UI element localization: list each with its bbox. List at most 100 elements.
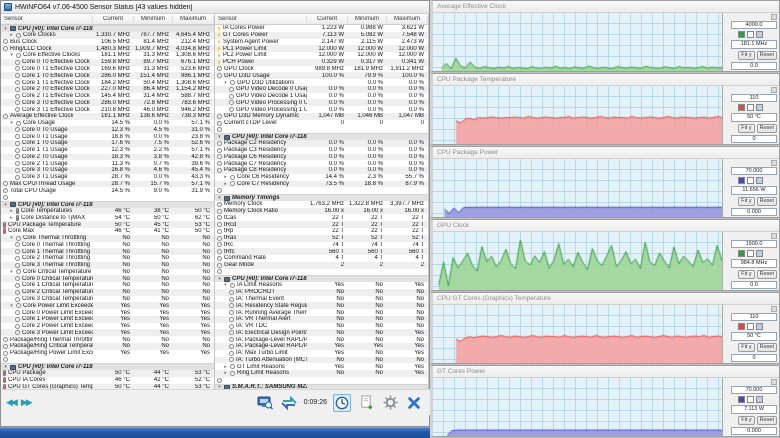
sensor-section-row[interactable]: ▾CPU [#0]: Intel Core i7-1185G7: C-State… bbox=[215, 133, 428, 140]
scale-max-input[interactable]: 110 bbox=[731, 94, 777, 102]
scale-max-input[interactable]: 110 bbox=[731, 313, 777, 321]
sensor-row[interactable]: Ring/LLC Clock1,480.3 MHz1,009.7 MHz4,03… bbox=[1, 45, 214, 52]
sensor-section-row[interactable]: ▾CPU [#0]: Intel Core i7-1185G7: DTS bbox=[1, 201, 214, 208]
collapse-arrow-icon[interactable]: ▾ bbox=[9, 235, 14, 241]
expand-arrow-icon[interactable]: ▸ bbox=[9, 32, 14, 38]
sensor-row[interactable]: CPU IA Cores46 °C42 °C52 °C bbox=[1, 377, 214, 384]
sensor-row[interactable]: GPU Video Decode 0 Usage0.0 %0.0 %0.0 % bbox=[215, 86, 428, 93]
sensor-row[interactable]: Core 0 Thermal ThrottlingNoNoNo bbox=[1, 242, 214, 249]
scale-min-input[interactable]: 0.000 bbox=[731, 427, 777, 435]
sensor-row[interactable]: tRp22 T22 T22 T bbox=[215, 228, 428, 235]
sensor-row[interactable]: Max CPU/Thread Usage28.7 %15.7 %57.1 % bbox=[1, 181, 214, 188]
reset-button[interactable]: Reset bbox=[757, 124, 777, 133]
sensor-row[interactable]: GT Cores Power7.113 W5.082 W7.548 W bbox=[215, 32, 428, 39]
sensor-row[interactable]: IA: Running Average Thermal LimitNoNoNo bbox=[215, 309, 428, 316]
expand-arrow-icon[interactable]: ▸ bbox=[223, 370, 228, 376]
sensor-row[interactable]: Core 1 Thermal ThrottlingNoNoNo bbox=[1, 248, 214, 255]
fit-y-button[interactable]: Fit y bbox=[738, 416, 754, 425]
sensor-row[interactable]: ▾Core Usage14.5 %0.0 %57.1 % bbox=[1, 120, 214, 127]
sensor-row[interactable]: GPU Video Processing 1 Usage0.0 %0.0 %0.… bbox=[215, 106, 428, 113]
sensor-row[interactable]: GPU Video Processing 0 Usage0.0 %0.0 %0.… bbox=[215, 99, 428, 106]
sensor-row[interactable]: Core 0 T1 Usage18.8 %0.0 %23.8 % bbox=[1, 133, 214, 140]
sensor-row[interactable]: Core 1 Critical TemperatureNoNoNo bbox=[1, 282, 214, 289]
sensor-row[interactable]: PCH Power0.329 W0.317 W0.341 W bbox=[215, 59, 428, 66]
sensor-row[interactable]: Core 3 T0 Effective Clock286.0 MHz72.8 M… bbox=[1, 99, 214, 106]
sensor-row[interactable]: ▸GT Limit ReasonsYesNoYes bbox=[215, 363, 428, 370]
sensor-row[interactable]: Package C8 Residency0.0 %0.0 %0.0 % bbox=[215, 167, 428, 174]
background-color-swatch[interactable] bbox=[747, 323, 754, 330]
sensor-row[interactable]: GPU D3D Memory Dynamic1,047 MB1,046 MB1,… bbox=[215, 113, 428, 120]
sensor-row[interactable]: Gear Mode222 bbox=[215, 262, 428, 269]
collapse-arrow-icon[interactable]: ▾ bbox=[217, 195, 222, 201]
expand-arrow-icon[interactable]: ▸ bbox=[9, 215, 14, 221]
grid-color-swatch[interactable] bbox=[756, 323, 763, 330]
sensor-row[interactable]: GPU D3D Usage100.0 %79.9 %100.0 % bbox=[215, 72, 428, 79]
sensor-row[interactable]: IA: VR Thermal AlertNoNoNo bbox=[215, 316, 428, 323]
sensor-row[interactable]: CPU Package Temperature50 °C45 °C53 °C bbox=[1, 221, 214, 228]
col-minimum[interactable]: Minimum bbox=[134, 16, 173, 22]
sensor-row[interactable]: Package/Ring Power Limit ExceededYesYesY… bbox=[1, 350, 214, 357]
background-color-swatch[interactable] bbox=[747, 177, 754, 184]
sensor-section-row[interactable]: ▾CPU [#0]: Intel Core i7-1185G7: Perform… bbox=[215, 275, 428, 282]
sensor-row[interactable]: Package C7 Residency0.0 %0.0 %0.0 % bbox=[215, 160, 428, 167]
sensor-row[interactable]: ▸Core C7 Residency73.5 %18.8 %87.9 % bbox=[215, 181, 428, 188]
sensor-row[interactable]: System Agent Power2.147 W2.115 W2.473 W bbox=[215, 39, 428, 46]
nav-left-arrows-icon[interactable]: ◀◀ bbox=[6, 398, 16, 407]
monitor-search-icon[interactable] bbox=[256, 394, 274, 412]
sensor-row[interactable]: Average Effective Clock181.1 MHz138.6 MH… bbox=[1, 113, 214, 120]
sensor-row[interactable]: PL1 Power Limit12.000 W12.000 W12.000 W bbox=[215, 45, 428, 52]
collapse-arrow-icon[interactable]: ▾ bbox=[9, 269, 14, 275]
collapse-arrow-icon[interactable]: ▾ bbox=[3, 202, 8, 208]
col-maximum[interactable]: Maximum bbox=[387, 16, 428, 22]
scale-min-input[interactable]: 0.0 bbox=[731, 62, 777, 70]
col-minimum[interactable]: Minimum bbox=[348, 16, 387, 22]
expand-arrow-icon[interactable]: ▸ bbox=[9, 208, 14, 214]
fit-y-button[interactable]: Fit y bbox=[738, 270, 754, 279]
sensor-row[interactable]: Memory Clock Ratio16.00 x16.00 x16.00 x bbox=[215, 208, 428, 215]
grid-color-swatch[interactable] bbox=[756, 104, 763, 111]
sensor-section-row[interactable]: ▾CPU [#0]: Intel Core i7-1185G7: Enha... bbox=[1, 363, 214, 370]
report-add-icon[interactable] bbox=[357, 394, 375, 412]
sensor-row[interactable]: Core 3 Thermal ThrottlingNoNoNo bbox=[1, 262, 214, 269]
reset-button[interactable]: Reset bbox=[757, 416, 777, 425]
scale-max-input[interactable]: 70.000 bbox=[731, 167, 777, 175]
collapse-arrow-icon[interactable]: ▾ bbox=[223, 282, 228, 288]
col-maximum[interactable]: Maximum bbox=[173, 16, 214, 22]
sensor-row[interactable]: ▸Core C6 Residency14.4 %2.3 %55.7 % bbox=[215, 174, 428, 181]
grid-color-swatch[interactable] bbox=[756, 396, 763, 403]
sensor-row[interactable]: ▾Core Effective Clocks181.1 MHz31.3 MHz1… bbox=[1, 52, 214, 59]
series-color-swatch[interactable] bbox=[738, 177, 745, 184]
sensor-row[interactable]: Core 1 T1 Usage12.3 %2.2 %57.1 % bbox=[1, 147, 214, 154]
collapse-arrow-icon[interactable]: ▾ bbox=[3, 364, 8, 370]
close-icon[interactable] bbox=[405, 394, 423, 412]
expand-arrow-icon[interactable]: ▸ bbox=[223, 364, 228, 370]
sensor-row[interactable]: IA: Electrical Design Point/Other (ICC..… bbox=[215, 329, 428, 336]
sensor-row[interactable]: Package C6 Residency0.0 %0.0 %0.0 % bbox=[215, 154, 428, 161]
sensor-row[interactable]: Current cTDP Level000 bbox=[215, 120, 428, 127]
series-color-swatch[interactable] bbox=[738, 250, 745, 257]
sensor-section-row[interactable]: ▾CPU [#0]: Intel Core i7-1185G7 bbox=[1, 25, 214, 32]
sensor-row[interactable]: tRfc560 T560 T560 T bbox=[215, 248, 428, 255]
sensor-row[interactable]: Core 2 T1 Effective Clock145.4 MHz31.4 M… bbox=[1, 93, 214, 100]
panel-handle-square[interactable] bbox=[771, 14, 777, 20]
panel-handle-square[interactable] bbox=[771, 160, 777, 166]
collapse-arrow-icon[interactable]: ▾ bbox=[9, 52, 14, 58]
sensor-row[interactable]: ▾Core Critical TemperatureNoNoNo bbox=[1, 269, 214, 276]
sensor-row[interactable]: Bus Clock106.5 MHz81.4 MHz212.4 MHz bbox=[1, 39, 214, 46]
collapse-arrow-icon[interactable]: ▾ bbox=[9, 120, 14, 126]
scale-max-input[interactable]: 4000.0 bbox=[731, 21, 777, 29]
sensor-row[interactable]: IA: Max Turbo LimitYesNoYes bbox=[215, 350, 428, 357]
column-header-mid[interactable]: Sensor Current Minimum Maximum bbox=[215, 14, 428, 25]
sensor-row[interactable]: Core 3 T0 Usage16.8 %4.6 %45.4 % bbox=[1, 167, 214, 174]
sensor-row[interactable]: ▾GPU D3D Utilizations0.0 %0.0 % bbox=[215, 79, 428, 86]
sensor-row[interactable]: Core 1 T0 Usage17.6 %7.5 %52.6 % bbox=[1, 140, 214, 147]
col-sensor[interactable]: Sensor bbox=[1, 16, 93, 22]
expand-arrow-icon[interactable]: ▸ bbox=[223, 174, 228, 180]
sensor-row[interactable]: Core 2 T0 Effective Clock227.0 MHz86.4 M… bbox=[1, 86, 214, 93]
series-color-swatch[interactable] bbox=[738, 396, 745, 403]
grid-color-swatch[interactable] bbox=[756, 250, 763, 257]
sensor-row[interactable]: tCas22 T22 T22 T bbox=[215, 214, 428, 221]
sensor-row[interactable]: Package C3 Residency0.0 %0.0 %0.0 % bbox=[215, 147, 428, 154]
sensor-row[interactable]: ▸Core Temperatures46 °C38 °C50 °C bbox=[1, 208, 214, 215]
sensor-row[interactable]: ▾Core Thermal ThrottlingNoNoNo bbox=[1, 235, 214, 242]
